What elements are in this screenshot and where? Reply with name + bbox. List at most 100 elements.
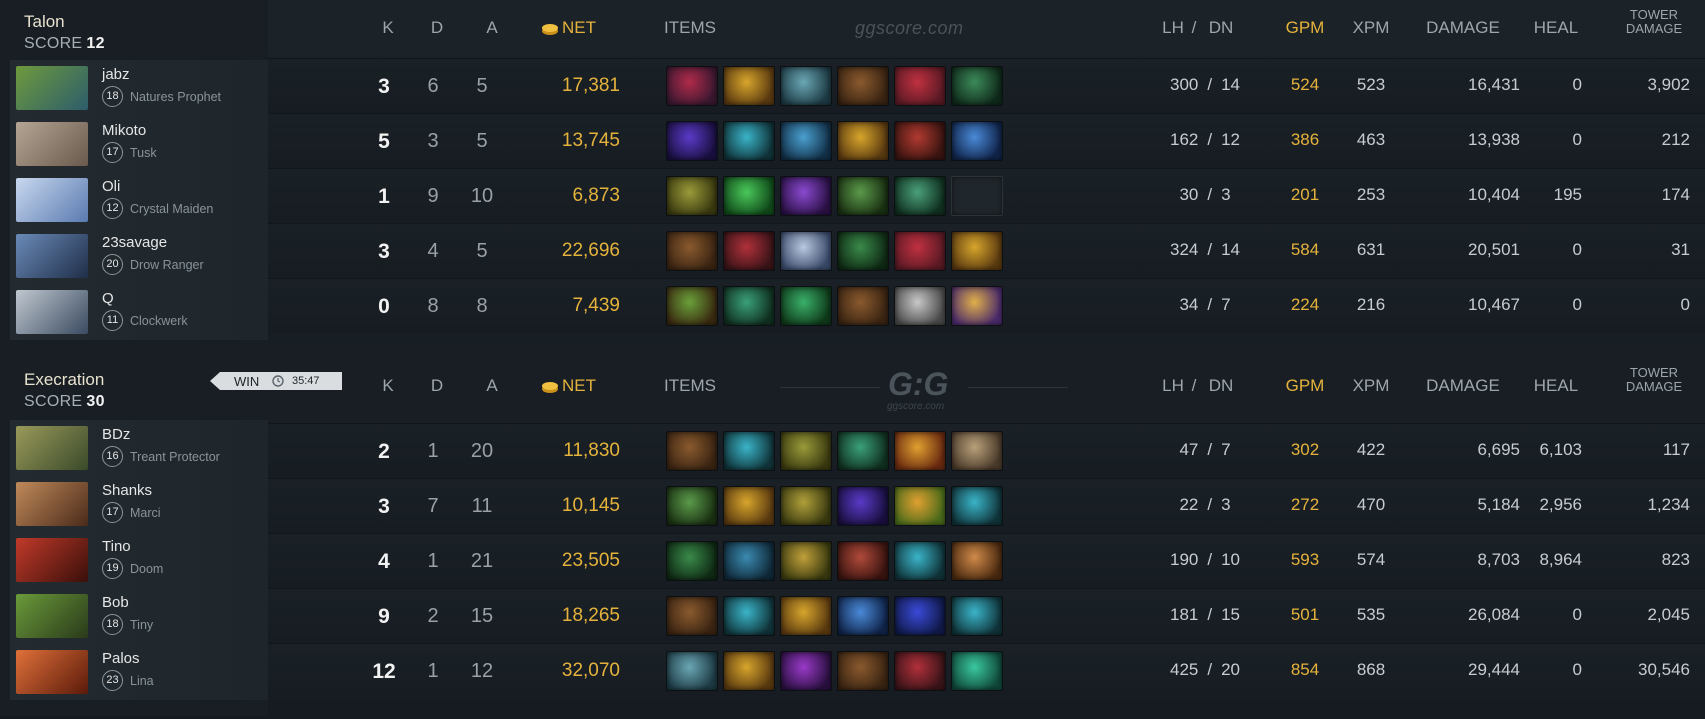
last-hits-value: 30 [1179, 185, 1199, 204]
item-icon[interactable] [837, 121, 889, 161]
player-name[interactable]: Tino [102, 538, 131, 555]
item-icon[interactable] [666, 66, 718, 106]
item-icon[interactable] [951, 286, 1003, 326]
item-icon[interactable] [951, 431, 1003, 471]
item-icon[interactable] [666, 486, 718, 526]
item-icon[interactable] [837, 431, 889, 471]
item-icon[interactable] [837, 66, 889, 106]
item-icon[interactable] [723, 66, 775, 106]
header-net: NET [562, 18, 596, 37]
lh-dn-separator: / [1207, 295, 1213, 314]
item-icon[interactable] [951, 231, 1003, 271]
player-card[interactable]: Q 11 Clockwerk [10, 284, 268, 340]
player-name[interactable]: BDz [102, 426, 130, 443]
item-icon[interactable] [723, 286, 775, 326]
item-icon[interactable] [837, 176, 889, 216]
hero-portrait [16, 66, 88, 110]
player-card[interactable]: 23savage 20 Drow Ranger [10, 228, 268, 284]
item-icon[interactable] [951, 651, 1003, 691]
player-card[interactable]: Shanks 17 Marci [10, 476, 268, 532]
item-icon[interactable] [837, 596, 889, 636]
player-name[interactable]: jabz [102, 66, 130, 83]
player-name[interactable]: 23savage [102, 234, 167, 251]
hero-name: Marci [130, 506, 161, 520]
item-icon[interactable] [723, 176, 775, 216]
item-icon[interactable] [780, 651, 832, 691]
player-card[interactable]: BDz 16 Treant Protector [10, 420, 268, 476]
deaths-value: 1 [427, 550, 439, 572]
player-name[interactable]: Palos [102, 650, 140, 667]
player-name[interactable]: Mikoto [102, 122, 146, 139]
item-icon[interactable] [780, 431, 832, 471]
item-icon[interactable] [780, 596, 832, 636]
kills-value: 9 [378, 605, 390, 628]
item-icon[interactable] [723, 121, 775, 161]
item-icon[interactable] [666, 596, 718, 636]
player-card[interactable]: Palos 23 Lina [10, 644, 268, 700]
denies-value: 7 [1221, 440, 1231, 459]
item-icon[interactable] [894, 596, 946, 636]
item-icon[interactable] [666, 651, 718, 691]
item-icon[interactable] [666, 231, 718, 271]
xpm-value: 631 [1356, 240, 1386, 259]
item-icon[interactable] [780, 176, 832, 216]
item-icon[interactable] [837, 486, 889, 526]
item-icon[interactable] [723, 486, 775, 526]
item-icon[interactable] [666, 121, 718, 161]
header-k: K [382, 18, 394, 37]
item-icon[interactable] [837, 231, 889, 271]
item-icon[interactable] [951, 66, 1003, 106]
item-icon[interactable] [894, 286, 946, 326]
lh-dn-separator: / [1207, 130, 1213, 149]
item-icon[interactable] [723, 651, 775, 691]
item-icon[interactable] [780, 486, 832, 526]
item-icon[interactable] [894, 66, 946, 106]
player-card[interactable]: jabz 18 Natures Prophet [10, 60, 268, 116]
item-icon[interactable] [951, 121, 1003, 161]
item-icon[interactable] [894, 231, 946, 271]
item-icon[interactable] [666, 431, 718, 471]
item-icon[interactable] [894, 431, 946, 471]
player-card[interactable]: Bob 18 Tiny [10, 588, 268, 644]
item-icon[interactable] [951, 486, 1003, 526]
hero-level-badge: 11 [102, 310, 123, 331]
empty-item-slot[interactable] [951, 176, 1003, 216]
item-icon[interactable] [894, 121, 946, 161]
player-name[interactable]: Oli [102, 178, 120, 195]
player-card[interactable]: Oli 12 Crystal Maiden [10, 172, 268, 228]
item-icon[interactable] [780, 231, 832, 271]
player-stat-row: 3 7 11 10,145 272 470 5,184 2,956 1,234 22/3 [268, 478, 1705, 534]
item-icon[interactable] [837, 286, 889, 326]
kills-value: 3 [378, 495, 390, 518]
item-icon[interactable] [723, 231, 775, 271]
hero-name: Crystal Maiden [130, 202, 214, 216]
last-hits-denies: 30 / 3 [1140, 185, 1270, 205]
tower-damage-value: 31 [1671, 240, 1690, 259]
item-icon[interactable] [723, 431, 775, 471]
item-icon[interactable] [780, 66, 832, 106]
item-icon[interactable] [780, 286, 832, 326]
item-icon[interactable] [666, 176, 718, 216]
item-icon[interactable] [894, 486, 946, 526]
score-label: SCORE [24, 393, 83, 410]
item-icon[interactable] [894, 651, 946, 691]
item-icon[interactable] [951, 541, 1003, 581]
item-icon[interactable] [894, 176, 946, 216]
item-icon[interactable] [723, 541, 775, 581]
header-d: D [430, 376, 444, 395]
item-icon[interactable] [780, 121, 832, 161]
item-icon[interactable] [780, 541, 832, 581]
player-name[interactable]: Shanks [102, 482, 152, 499]
item-icon[interactable] [894, 541, 946, 581]
player-card[interactable]: Tino 19 Doom [10, 532, 268, 588]
item-icon[interactable] [666, 286, 718, 326]
item-icon[interactable] [666, 541, 718, 581]
player-card[interactable]: Mikoto 17 Tusk [10, 116, 268, 172]
player-name[interactable]: Bob [102, 594, 129, 611]
item-icon[interactable] [951, 596, 1003, 636]
team-score: SCORE 30 [24, 393, 105, 411]
item-icon[interactable] [837, 651, 889, 691]
item-icon[interactable] [723, 596, 775, 636]
item-icon[interactable] [837, 541, 889, 581]
player-name[interactable]: Q [102, 290, 114, 307]
